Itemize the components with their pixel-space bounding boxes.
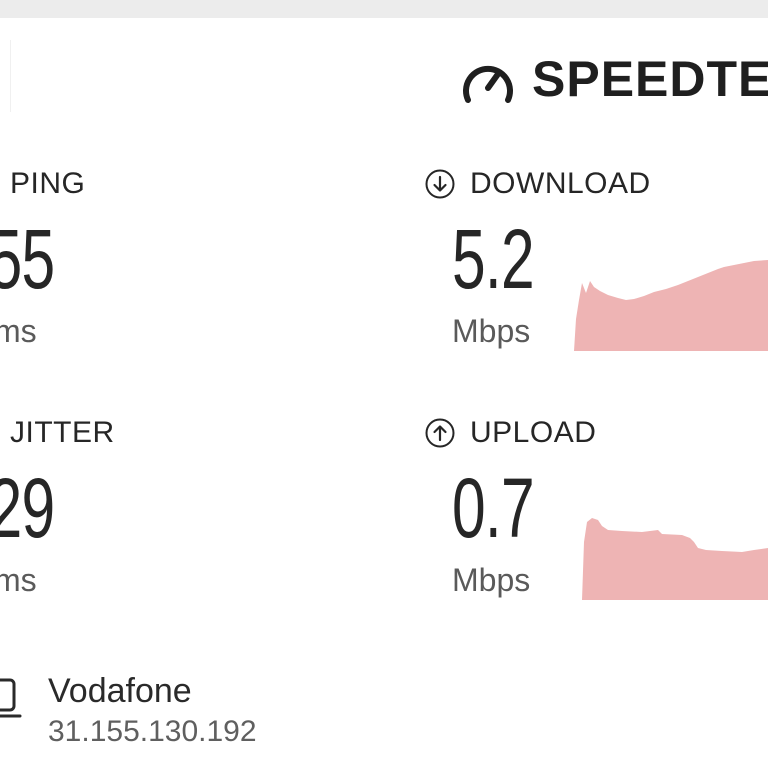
- provider-ip: 31.155.130.192: [48, 715, 257, 748]
- arrow-down-circle-icon: [425, 169, 455, 199]
- upload-graph-area: [582, 518, 768, 600]
- ping-value: 55: [0, 212, 55, 306]
- upload-unit: Mbps: [452, 562, 531, 598]
- upload-speed-graph: [582, 518, 768, 600]
- upload-value: 0.7: [452, 461, 535, 555]
- brand-name: SPEEDTE: [532, 51, 768, 107]
- jitter-value: 29: [0, 461, 55, 555]
- download-value: 5.2: [452, 212, 535, 306]
- left-panel-edge: [0, 40, 11, 112]
- status-bar: [0, 0, 768, 18]
- speedometer-icon: [463, 65, 513, 103]
- download-unit: Mbps: [452, 313, 531, 349]
- ping-label: PING: [10, 167, 86, 200]
- download-speed-graph: [574, 260, 768, 351]
- provider-name: Vodafone: [48, 672, 192, 710]
- download-label: DOWNLOAD: [470, 167, 651, 200]
- download-graph-area: [574, 260, 768, 351]
- upload-label: UPLOAD: [470, 416, 597, 449]
- arrow-up-circle-icon: [425, 418, 455, 448]
- ping-unit: ms: [0, 313, 37, 349]
- jitter-unit: ms: [0, 562, 37, 598]
- jitter-label: JITTER: [10, 416, 115, 449]
- server-icon: [0, 678, 22, 718]
